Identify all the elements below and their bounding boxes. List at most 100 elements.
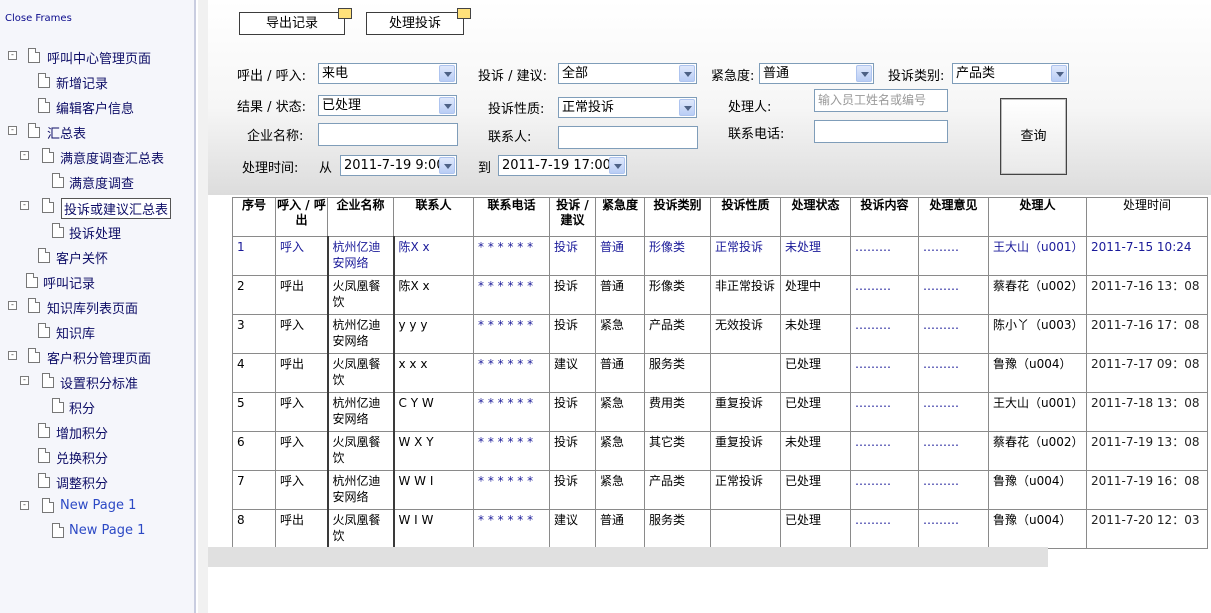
table-cell-category: 形像类 bbox=[644, 236, 711, 276]
nav-item[interactable]: 知识库 bbox=[0, 321, 190, 342]
time-label: 处理时间: bbox=[242, 161, 299, 176]
nature-select[interactable]: 正常投诉 bbox=[558, 97, 697, 118]
table-cell-contact: W I W bbox=[393, 509, 474, 549]
nav-item-label: 设置积分标准 bbox=[60, 377, 139, 392]
urgency-select[interactable]: 普通 bbox=[759, 63, 874, 84]
table-cell-no: 6 bbox=[232, 431, 276, 471]
table-cell-handler: 鲁豫（u004） bbox=[988, 353, 1087, 393]
chevron-down-icon bbox=[609, 157, 625, 174]
table-cell-category: 产品类 bbox=[644, 314, 711, 354]
call-direction-value: 来电 bbox=[322, 66, 349, 81]
nav-item-label: 知识库 bbox=[56, 327, 96, 342]
column-header: 处理时间 bbox=[1086, 197, 1208, 237]
collapse-toggle-icon[interactable]: - bbox=[20, 376, 29, 385]
table-cell-status: 已处理 bbox=[780, 392, 851, 432]
nav-item[interactable]: New Page 1 bbox=[0, 521, 190, 541]
handle-complaint-button[interactable]: 处理投诉 bbox=[366, 8, 471, 35]
table-cell-type: 投诉 bbox=[549, 470, 596, 510]
table-cell-status: 已处理 bbox=[780, 470, 851, 510]
column-header: 投诉 / 建议 bbox=[549, 197, 596, 237]
table-cell-category: 服务类 bbox=[644, 509, 711, 549]
horizontal-scrollbar[interactable] bbox=[208, 547, 1048, 567]
collapse-toggle-icon[interactable]: - bbox=[8, 51, 17, 60]
nav-item[interactable]: - 知识库列表页面 bbox=[0, 296, 190, 317]
table-row[interactable]: 6 呼入 火凤凰餐饮 W X Y * * * * * * 投诉 紧急 其它类 重复投诉 未处理……… bbox=[232, 431, 1208, 471]
nav-item[interactable]: 兑换积分 bbox=[0, 446, 190, 467]
table-cell-phone: * * * * * * bbox=[473, 314, 550, 354]
nav-item[interactable]: - 设置积分标准 bbox=[0, 371, 190, 392]
table-cell-opinion: ……… bbox=[918, 275, 989, 315]
handler-input[interactable]: 输入员工姓名或编号 bbox=[814, 89, 948, 112]
table-row[interactable]: 3 呼入 杭州亿迪安网络 y y y * * * * * * 投诉 紧急 产品类 无效投诉 未处理… bbox=[232, 314, 1208, 354]
table-cell-phone: * * * * * * bbox=[473, 236, 550, 276]
page-icon bbox=[38, 73, 50, 88]
table-row[interactable]: 1 呼入 杭州亿迪安网络 陈X x * * * * * * 投诉 普通 形像类 正常投诉 未处理…… bbox=[232, 236, 1208, 276]
nav-item[interactable]: 增加积分 bbox=[0, 421, 190, 442]
complaint-type-select[interactable]: 全部 bbox=[558, 63, 697, 84]
nav-item-label: 投诉或建议汇总表 bbox=[61, 198, 172, 219]
table-cell-call: 呼入 bbox=[275, 236, 328, 276]
company-input[interactable] bbox=[318, 123, 458, 146]
collapse-toggle-icon[interactable]: - bbox=[20, 151, 29, 160]
nav-item[interactable]: - 投诉或建议汇总表 bbox=[0, 196, 190, 219]
nav-item[interactable]: 积分 bbox=[0, 396, 190, 417]
table-cell-urgency: 紧急 bbox=[595, 314, 645, 354]
table-cell-call: 呼入 bbox=[275, 314, 328, 354]
contact-input[interactable] bbox=[558, 126, 698, 149]
urgency-value: 普通 bbox=[763, 66, 790, 81]
collapse-toggle-icon[interactable]: - bbox=[20, 501, 29, 510]
table-cell-no: 8 bbox=[232, 509, 276, 549]
table-cell-urgency: 普通 bbox=[595, 275, 645, 315]
chevron-down-icon bbox=[439, 65, 455, 82]
table-row[interactable]: 2 呼出 火凤凰餐饮 陈X x * * * * * * 投诉 普通 形像类 非正常投诉 处理中……… bbox=[232, 275, 1208, 315]
nav-item[interactable]: 客户关怀 bbox=[0, 246, 190, 267]
to-time-select[interactable]: 2011-7-19 17:00 bbox=[498, 155, 627, 176]
from-label: 从 bbox=[319, 161, 333, 176]
from-time-select[interactable]: 2011-7-19 9:00 bbox=[340, 155, 457, 176]
result-select[interactable]: 已处理 bbox=[318, 95, 457, 116]
nav-item[interactable]: 调整积分 bbox=[0, 471, 190, 492]
table-cell-phone: * * * * * * bbox=[473, 275, 550, 315]
nav-item[interactable]: - 汇总表 bbox=[0, 121, 190, 142]
page-icon bbox=[38, 473, 50, 488]
collapse-toggle-icon[interactable]: - bbox=[20, 201, 29, 210]
nav-item[interactable]: - New Page 1 bbox=[0, 496, 190, 516]
column-header: 联系电话 bbox=[473, 197, 550, 237]
call-direction-select[interactable]: 来电 bbox=[318, 63, 457, 84]
nav-item-label: 呼叫中心管理页面 bbox=[47, 52, 152, 67]
phone-input[interactable] bbox=[814, 120, 948, 143]
collapse-toggle-icon[interactable]: - bbox=[8, 301, 17, 310]
table-cell-company: 杭州亿迪安网络 bbox=[326, 314, 395, 354]
nav-item[interactable]: 呼叫记录 bbox=[0, 271, 190, 292]
nav-item[interactable]: 新增记录 bbox=[0, 71, 190, 92]
nav-item[interactable]: - 满意度调查汇总表 bbox=[0, 146, 190, 167]
query-button[interactable]: 查询 bbox=[1000, 98, 1067, 175]
table-cell-no: 7 bbox=[232, 470, 276, 510]
nav-item[interactable]: 满意度调查 bbox=[0, 171, 190, 192]
category-select[interactable]: 产品类 bbox=[952, 63, 1069, 84]
close-frames-link[interactable]: Close Frames bbox=[5, 13, 72, 24]
export-button[interactable]: 导出记录 bbox=[239, 8, 352, 35]
table-row[interactable]: 5 呼入 杭州亿迪安网络 C Y W * * * * * * 投诉 紧急 费用类 重复投诉 已处理… bbox=[232, 392, 1208, 432]
table-row[interactable]: 7 呼入 杭州亿迪安网络 W W I * * * * * * 投诉 紧急 产品类 正常投诉 已处理… bbox=[232, 470, 1208, 510]
table-cell-phone: * * * * * * bbox=[473, 392, 550, 432]
table-cell-nature: 非正常投诉 bbox=[710, 275, 781, 315]
column-header: 联系人 bbox=[393, 197, 474, 237]
nav-item[interactable]: 编辑客户信息 bbox=[0, 96, 190, 117]
table-row[interactable]: 4 呼出 火凤凰餐饮 x x x * * * * * * 建议 普通 服务类 已处理………………… bbox=[232, 353, 1208, 393]
collapse-toggle-icon[interactable]: - bbox=[8, 351, 17, 360]
collapse-toggle-icon[interactable]: - bbox=[8, 126, 17, 135]
table-cell-no: 2 bbox=[232, 275, 276, 315]
page-icon bbox=[28, 348, 40, 363]
table-cell-company: 火凤凰餐饮 bbox=[326, 275, 395, 315]
from-time-value: 2011-7-19 9:00 bbox=[344, 158, 445, 173]
category-value: 产品类 bbox=[956, 66, 996, 81]
nav-item[interactable]: 投诉处理 bbox=[0, 221, 190, 242]
nav-item[interactable]: - 客户积分管理页面 bbox=[0, 346, 190, 367]
category-label: 投诉类别: bbox=[888, 69, 945, 84]
table-cell-handler: 陈小丫（u003） bbox=[988, 314, 1087, 354]
table-cell-content: ……… bbox=[850, 392, 919, 432]
nav-item[interactable]: - 呼叫中心管理页面 bbox=[0, 46, 190, 67]
complaint-type-label: 投诉 / 建议: bbox=[478, 69, 548, 84]
table-row[interactable]: 8 呼出 火凤凰餐饮 W I W * * * * * * 建议 普通 服务类 已处理………………… bbox=[232, 509, 1208, 549]
